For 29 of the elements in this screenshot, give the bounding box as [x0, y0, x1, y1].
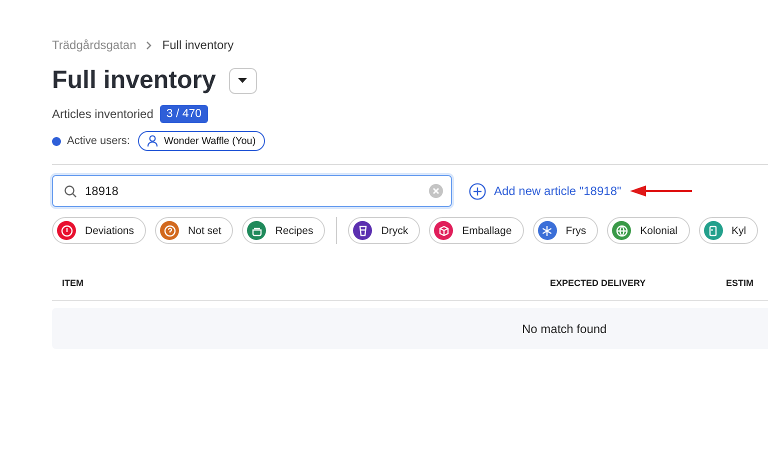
page-title: Full inventory: [52, 66, 216, 95]
add-article-link[interactable]: Add new article "18918": [469, 182, 622, 200]
filter-chip[interactable]: Deviations: [52, 217, 146, 244]
breadcrumb-current: Full inventory: [162, 38, 234, 52]
search-field[interactable]: 18918: [52, 175, 452, 207]
filter-chip[interactable]: Frys: [532, 217, 598, 244]
filter-chip[interactable]: Not set: [155, 217, 234, 244]
user-icon: [146, 135, 158, 147]
add-circle-icon: [469, 182, 486, 200]
progress-label: Articles inventoried: [52, 107, 154, 121]
column-header: ITEM: [61, 278, 84, 288]
empty-message: No match found: [522, 322, 607, 336]
filter-chip[interactable]: Kyl: [698, 217, 758, 244]
caret-icon: [238, 78, 248, 83]
filter-chip[interactable]: Recipes: [242, 217, 326, 244]
active-users-label: Active users:: [67, 135, 130, 147]
filter-chip[interactable]: Kolonial: [607, 217, 690, 244]
filter-chip[interactable]: Dryck: [348, 217, 420, 244]
annotation-arrow: [630, 185, 694, 197]
status-dot: [52, 136, 61, 146]
chevron-icon: [146, 40, 152, 50]
column-header: ESTIM: [726, 278, 754, 288]
breadcrumb-link[interactable]: Trädgårdsgatan: [52, 38, 136, 52]
user-chip[interactable]: Wonder Waffle (You): [138, 131, 265, 151]
column-header: EXPECTED DELIVERY: [550, 278, 647, 288]
filter-chip[interactable]: Emballage: [429, 217, 524, 244]
progress-count: 3 / 470: [160, 105, 208, 123]
dropdown-button[interactable]: [228, 68, 257, 94]
search-icon: [64, 184, 77, 198]
